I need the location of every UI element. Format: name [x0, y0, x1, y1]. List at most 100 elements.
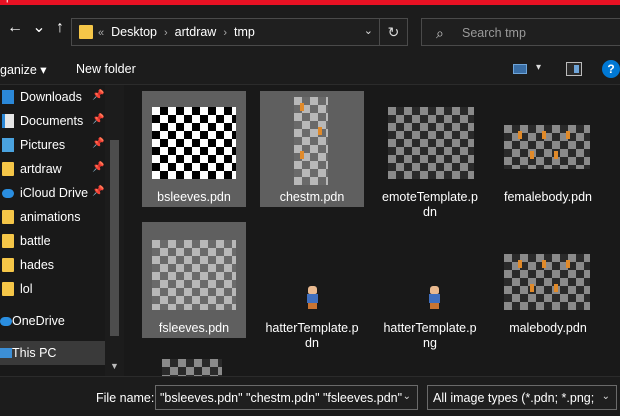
help-button[interactable]: ?: [602, 60, 620, 78]
sidebar-item-label: iCloud Drive: [20, 186, 89, 200]
file-tile-malebody[interactable]: malebody.pdn: [496, 222, 600, 338]
file-name: fsleeves.pdn: [158, 321, 230, 335]
search-placeholder[interactable]: Search tmp: [462, 26, 526, 40]
sidebar-item-animations[interactable]: animations: [0, 205, 105, 229]
sidebar-item-this-pc[interactable]: This PC: [0, 341, 105, 365]
file-name-continued: ng: [423, 336, 437, 350]
back-arrow-icon[interactable]: ←: [6, 19, 24, 37]
file-tile-bsleeves[interactable]: bsleeves.pdn: [142, 91, 246, 207]
folder-icon: [2, 162, 14, 176]
file-name: hatterTemplate.p: [265, 321, 359, 335]
view-icon[interactable]: [513, 64, 527, 74]
sidebar-item-label: Documents: [20, 114, 84, 128]
thumbnail: [504, 228, 592, 316]
file-name-input[interactable]: "bsleeves.pdn" "chestm.pdn" "fsleeves.pd…: [155, 385, 418, 410]
sidebar-item-downloads[interactable]: Downloads 📌: [0, 85, 105, 109]
sidebar-item-lol[interactable]: lol: [0, 277, 105, 301]
file-tile-femalebody[interactable]: femalebody.pdn: [496, 91, 600, 207]
sidebar-item-artdraw[interactable]: artdraw 📌: [0, 157, 105, 181]
address-dropdown-icon[interactable]: ⌄: [364, 24, 373, 37]
checkerboard-image: [152, 107, 236, 179]
sidebar-item-icloud-drive[interactable]: iCloud Drive 📌: [0, 181, 105, 205]
chevron-down-icon[interactable]: ⌄: [403, 391, 411, 402]
icloud-icon: [2, 189, 14, 198]
file-name-value: "bsleeves.pdn" "chestm.pdn" "fsleeves.pd…: [160, 391, 403, 405]
character-sprite-icon: [304, 286, 321, 310]
file-tile-hattertemplate-pdn[interactable]: hatterTemplate.p dn: [260, 222, 364, 352]
recent-dropdown-icon[interactable]: ⌄: [30, 19, 48, 37]
sprite-icon: [518, 260, 522, 268]
file-type-select[interactable]: All image types (*.pdn; *.png; * ⌄: [427, 385, 617, 410]
pin-icon[interactable]: 📌: [92, 90, 104, 101]
sprite-icon: [542, 260, 546, 268]
sidebar-item-label: This PC: [12, 346, 57, 360]
sidebar-item-label: battle: [20, 234, 51, 248]
sprite-icon: [300, 103, 304, 111]
sprite-icon: [518, 131, 522, 139]
file-tile-chestm[interactable]: chestm.pdn: [260, 91, 364, 207]
file-view[interactable]: bsleeves.pdn chestm.pdn emoteTemplate.p …: [124, 85, 620, 376]
sidebar-item-label: OneDrive: [12, 314, 65, 328]
breadcrumb-desktop[interactable]: Desktop: [111, 25, 157, 39]
file-name-continued: dn: [305, 336, 319, 350]
sprite-icon: [318, 127, 322, 135]
file-tile-fsleeves[interactable]: fsleeves.pdn: [142, 222, 246, 338]
file-name: bsleeves.pdn: [157, 190, 231, 204]
search-icon: ⌕: [436, 25, 444, 41]
pin-icon[interactable]: 📌: [92, 114, 104, 125]
sidebar-item-label: Downloads: [20, 90, 82, 104]
sidebar-scrollbar[interactable]: ▼: [105, 85, 124, 376]
breadcrumb-separator-icon[interactable]: ›: [164, 27, 168, 39]
organize-button[interactable]: ganize ▾: [0, 62, 47, 77]
pin-icon[interactable]: 📌: [92, 138, 104, 149]
navigation-bar: ← ⌄ ↑ « Desktop › artdraw › tmp ⌄ ↻ ⌕ Search …: [0, 5, 620, 53]
sidebar-item-hades[interactable]: hades: [0, 253, 105, 277]
file-name: emoteTemplate.p: [382, 190, 478, 204]
refresh-button[interactable]: ↻: [379, 19, 407, 45]
address-bar[interactable]: « Desktop › artdraw › tmp ⌄ ↻: [71, 18, 408, 46]
file-tile-hattertemplate-png[interactable]: hatterTemplate.p ng: [378, 222, 482, 352]
sidebar-item-documents[interactable]: Documents 📌: [0, 109, 105, 133]
folder-icon: [2, 282, 14, 296]
chevron-down-icon[interactable]: ⌄: [602, 391, 610, 402]
thumbnail: [386, 228, 474, 316]
sidebar-item-pictures[interactable]: Pictures 📌: [0, 133, 105, 157]
sidebar-item-battle[interactable]: battle: [0, 229, 105, 253]
file-name: chestm.pdn: [279, 190, 345, 204]
sprite-icon: [566, 260, 570, 268]
checkerboard-image: [388, 107, 474, 179]
scrollbar-thumb[interactable]: [110, 140, 119, 336]
sprite-icon: [542, 131, 546, 139]
thumbnail: [268, 228, 356, 316]
checkerboard-image: [504, 125, 590, 169]
sprite-icon: [554, 151, 558, 159]
sidebar-item-label: artdraw: [20, 162, 62, 176]
search-box[interactable]: ⌕ Search tmp: [421, 18, 620, 46]
breadcrumb: « Desktop › artdraw › tmp: [98, 25, 255, 39]
folder-icon: [2, 258, 14, 272]
breadcrumb-artdraw[interactable]: artdraw: [175, 25, 217, 39]
sidebar-item-onedrive[interactable]: › OneDrive: [0, 309, 105, 333]
window-title: pdn: [6, 0, 24, 3]
sprite-icon: [300, 151, 304, 159]
pin-icon[interactable]: 📌: [92, 162, 104, 173]
download-icon: [2, 90, 14, 104]
documents-icon: [2, 114, 14, 128]
sprite-icon: [566, 131, 570, 139]
pc-icon: [0, 348, 12, 358]
up-arrow-icon[interactable]: ↑: [51, 19, 69, 37]
preview-pane-icon[interactable]: [566, 62, 582, 76]
sidebar-item-label: Pictures: [20, 138, 66, 152]
file-tile-emotetemplate[interactable]: emoteTemplate.p dn: [378, 91, 482, 221]
new-folder-button[interactable]: New folder: [76, 62, 136, 76]
view-dropdown-icon[interactable]: ▾: [536, 62, 541, 73]
partial-thumbnail[interactable]: [162, 359, 222, 376]
pin-icon[interactable]: 📌: [92, 186, 104, 197]
breadcrumb-separator-icon[interactable]: ›: [223, 27, 227, 39]
close-button[interactable]: x: [609, 0, 615, 3]
scroll-down-icon[interactable]: ▼: [110, 361, 119, 371]
breadcrumb-tmp[interactable]: tmp: [234, 25, 255, 39]
overflow-chevron-icon[interactable]: «: [98, 27, 104, 39]
folder-icon: [2, 234, 14, 248]
onedrive-icon: [0, 317, 12, 326]
